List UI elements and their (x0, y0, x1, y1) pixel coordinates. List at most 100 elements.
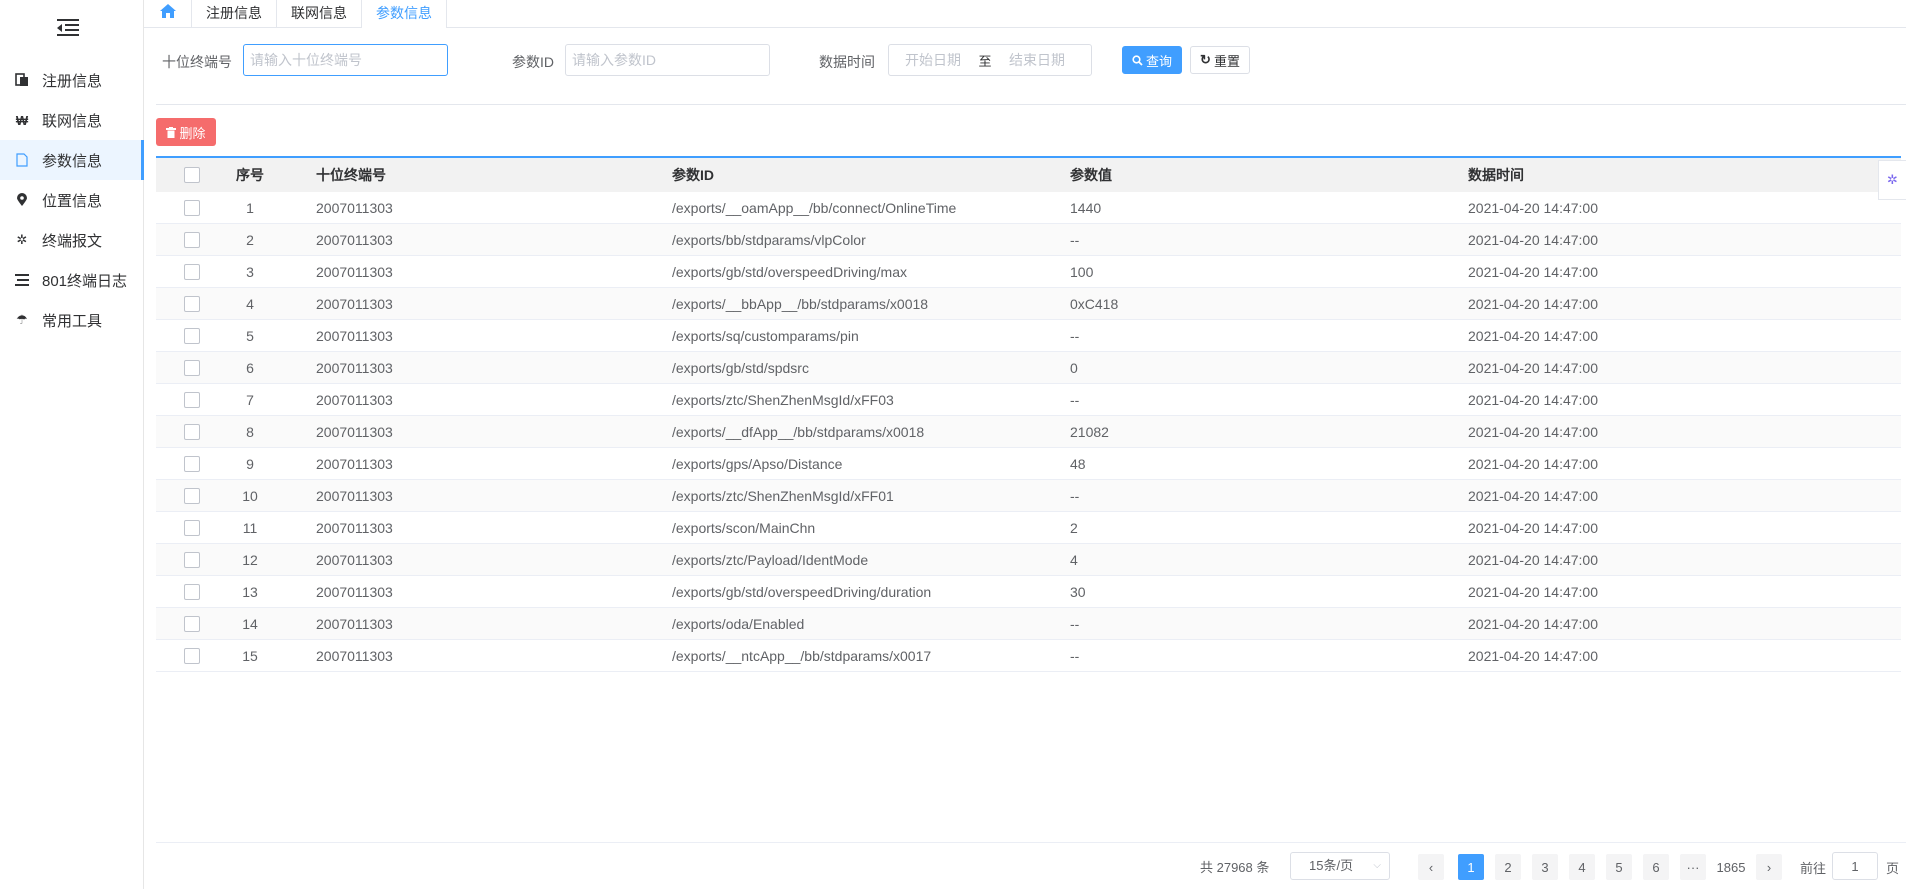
menu-collapse-icon[interactable] (57, 18, 79, 36)
row-checkbox[interactable] (184, 615, 200, 632)
page-button[interactable]: 3 (1532, 854, 1558, 880)
table-row[interactable]: 14 2007011303/exports/oda/Enabled -- 2021-0… (156, 608, 1901, 640)
row-checkbox[interactable] (184, 583, 200, 600)
tab-register[interactable]: 注册信息 (192, 0, 277, 28)
tab-bar: 注册信息 联网信息 参数信息 (144, 0, 1906, 28)
row-checkbox[interactable] (184, 391, 200, 408)
page-button[interactable]: 6 (1643, 854, 1669, 880)
end-date-input[interactable]: 结束日期 (995, 50, 1079, 70)
table-row[interactable]: 15 2007011303/exports/__ntcApp__/bb/stdpa… (156, 640, 1901, 672)
cell-terminal: 2007011303 (316, 519, 393, 536)
sidebar-item-location[interactable]: 位置信息 (0, 180, 144, 220)
cell-terminal: 2007011303 (316, 263, 393, 280)
delete-button[interactable]: 删除 (156, 118, 216, 146)
cell-time: 2021-04-20 14:47:00 (1468, 487, 1598, 504)
cell-no: 2 (246, 231, 254, 248)
chevron-left-icon: ‹ (1428, 859, 1434, 875)
cell-param-id: /exports/__bbApp__/bb/stdparams/x0018 (672, 295, 929, 312)
date-range-picker[interactable]: 开始日期 至 结束日期 (888, 44, 1092, 76)
tab-network[interactable]: 联网信息 (277, 0, 362, 28)
cell-value: -- (1070, 231, 1080, 248)
cell-time: 2021-04-20 14:47:00 (1468, 359, 1598, 376)
cell-terminal: 2007011303 (316, 551, 393, 568)
start-date-input[interactable]: 开始日期 (891, 50, 975, 70)
reset-button[interactable]: ↻ 重置 (1190, 46, 1250, 74)
row-checkbox[interactable] (184, 295, 200, 312)
more-pages-button[interactable]: ··· (1680, 854, 1706, 880)
sidebar-item-network[interactable]: ₩ 联网信息 (0, 100, 144, 140)
row-checkbox[interactable] (184, 327, 200, 344)
table-row[interactable]: 7 2007011303/exports/ztc/ShenZhenMsgId/xF… (156, 384, 1901, 416)
page-button[interactable]: 4 (1569, 854, 1595, 880)
cell-value: -- (1070, 615, 1080, 632)
cell-time: 2021-04-20 14:47:00 (1468, 551, 1598, 568)
table-row[interactable]: 6 2007011303/exports/gb/std/spdsrc 0 2021-0… (156, 352, 1901, 384)
page-size-select[interactable]: 15条/页 ⌵ (1290, 852, 1390, 880)
row-checkbox[interactable] (184, 359, 200, 376)
sidebar-item-messages[interactable]: ✲ 终端报文 (0, 220, 144, 260)
tab-home[interactable] (144, 0, 192, 28)
row-checkbox[interactable] (184, 231, 200, 248)
row-checkbox[interactable] (184, 519, 200, 536)
page-button[interactable]: 2 (1495, 854, 1521, 880)
cell-no: 10 (242, 487, 258, 504)
page-button[interactable]: 5 (1606, 854, 1632, 880)
tab-params[interactable]: 参数信息 (362, 0, 447, 28)
goto-page-input[interactable] (1832, 852, 1878, 880)
cell-param-id: /exports/gb/std/overspeedDriving/max (672, 263, 907, 280)
cell-no: 9 (246, 455, 254, 472)
cell-no: 3 (246, 263, 254, 280)
sidebar-item-logs[interactable]: 801终端日志 (0, 260, 144, 300)
cell-time: 2021-04-20 14:47:00 (1468, 583, 1598, 600)
page-button[interactable]: 1 (1458, 854, 1484, 880)
table-row[interactable]: 2 2007011303/exports/bb/stdparams/vlpColo… (156, 224, 1901, 256)
next-page-button[interactable]: › (1756, 854, 1782, 880)
row-checkbox-cell (156, 487, 228, 504)
row-checkbox[interactable] (184, 551, 200, 568)
table-row[interactable]: 10 2007011303/exports/ztc/ShenZhenMsgId/x… (156, 480, 1901, 512)
sidebar-item-register[interactable]: 注册信息 (0, 60, 144, 100)
sidebar-item-params[interactable]: 参数信息 (0, 140, 144, 180)
home-icon (159, 1, 177, 28)
table-row[interactable]: 11 2007011303/exports/scon/MainChn 2 2021-0… (156, 512, 1901, 544)
row-checkbox[interactable] (184, 199, 200, 216)
select-all-checkbox[interactable] (184, 167, 200, 183)
row-checkbox[interactable] (184, 487, 200, 504)
cell-terminal: 2007011303 (316, 455, 393, 472)
table-row[interactable]: 9 2007011303/exports/gps/Apso/Distance 48 2… (156, 448, 1901, 480)
query-button[interactable]: 查询 (1122, 46, 1182, 74)
param-id-input[interactable] (565, 44, 770, 76)
range-separator: 至 (978, 53, 992, 69)
sidebar-item-tools[interactable]: ☂ 常用工具 (0, 300, 144, 340)
last-page-button[interactable]: 1865 (1712, 854, 1750, 880)
row-checkbox[interactable] (184, 647, 200, 664)
settings-gear-icon[interactable]: ✲ (1878, 160, 1906, 200)
row-checkbox-cell (156, 583, 228, 600)
cell-time: 2021-04-20 14:47:00 (1468, 423, 1598, 440)
cell-no: 5 (246, 327, 254, 344)
table-row[interactable]: 12 2007011303/exports/ztc/Payload/IdentMo… (156, 544, 1901, 576)
prev-page-button[interactable]: ‹ (1418, 854, 1444, 880)
cell-terminal: 2007011303 (316, 359, 393, 376)
row-checkbox[interactable] (184, 263, 200, 280)
cell-terminal: 2007011303 (316, 391, 393, 408)
cell-param-id: /exports/scon/MainChn (672, 519, 816, 536)
table-row[interactable]: 5 2007011303/exports/sq/customparams/pin -… (156, 320, 1901, 352)
cell-time: 2021-04-20 14:47:00 (1468, 295, 1598, 312)
row-checkbox[interactable] (184, 455, 200, 472)
table-row[interactable]: 13 2007011303/exports/gb/std/overspeedDri… (156, 576, 1901, 608)
cell-terminal: 2007011303 (316, 423, 393, 440)
terminal-input[interactable] (243, 44, 448, 76)
cell-time: 2021-04-20 14:47:00 (1468, 231, 1598, 248)
table-row[interactable]: 4 2007011303/exports/__bbApp__/bb/stdpara… (156, 288, 1901, 320)
table-row[interactable]: 8 2007011303/exports/__dfApp__/bb/stdpara… (156, 416, 1901, 448)
table-row[interactable]: 1 2007011303/exports/__oamApp__/bb/connec… (156, 192, 1901, 224)
cell-no: 4 (246, 295, 254, 312)
cell-value: 2 (1070, 519, 1078, 536)
table-row[interactable]: 3 2007011303/exports/gb/std/overspeedDriv… (156, 256, 1901, 288)
sidebar-item-label: 终端报文 (42, 232, 103, 250)
cell-value: 30 (1070, 583, 1086, 600)
cell-time: 2021-04-20 14:47:00 (1468, 199, 1598, 216)
row-checkbox[interactable] (184, 423, 200, 440)
reset-button-label: 重置 (1213, 53, 1240, 69)
